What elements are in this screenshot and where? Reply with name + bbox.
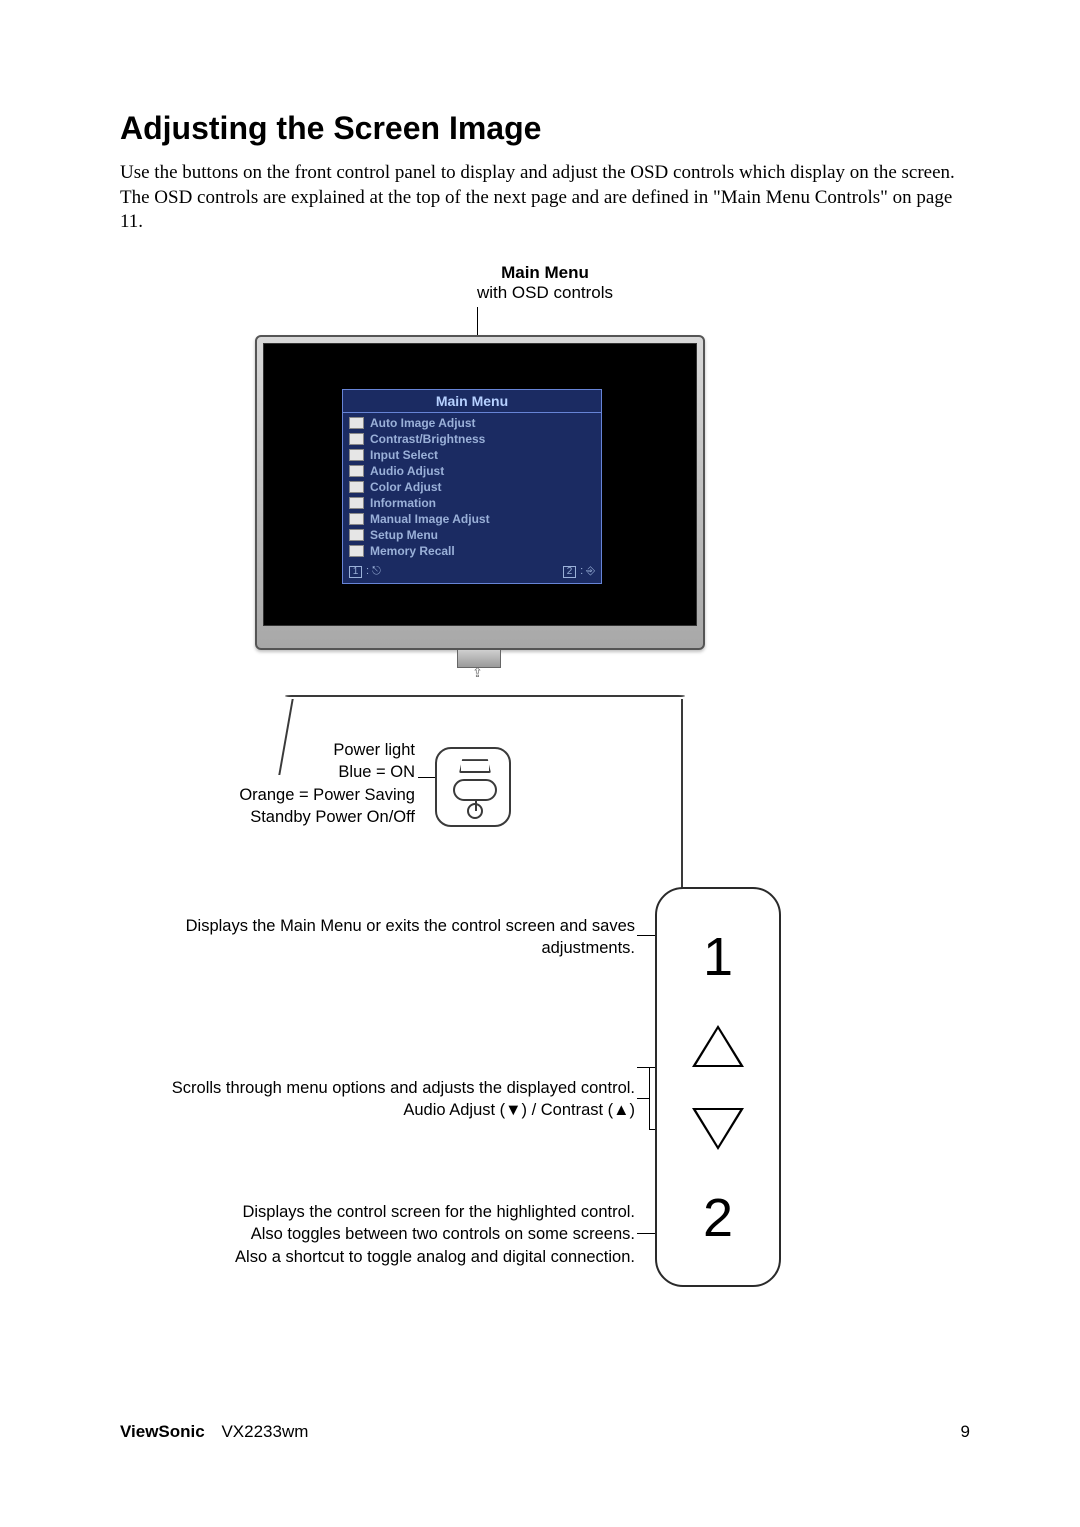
osd-item-label: Input Select — [370, 448, 438, 462]
osd-item: Information — [349, 495, 595, 511]
power-trapezoid-icon — [459, 759, 491, 773]
leader-line — [649, 1129, 655, 1130]
power-icon — [467, 803, 483, 819]
osd-item-label: Setup Menu — [370, 528, 438, 542]
osd-item-label: Auto Image Adjust — [370, 416, 476, 430]
callout-line: Standby Power On/Off — [135, 806, 415, 828]
osd-item-icon — [349, 417, 364, 429]
callout-power: Power light Blue = ON Orange = Power Sav… — [135, 739, 415, 828]
figure: Main Menu Auto Image Adjust Contrast/Bri… — [125, 307, 965, 1337]
osd-panel: Main Menu Auto Image Adjust Contrast/Bri… — [342, 389, 602, 584]
osd-item-label: Information — [370, 496, 436, 510]
osd-item: Setup Menu — [349, 527, 595, 543]
footer-page-number: 9 — [961, 1422, 970, 1442]
osd-item: Memory Recall — [349, 543, 595, 559]
osd-item-icon — [349, 529, 364, 541]
leader-line — [418, 777, 435, 778]
osd-item-icon — [349, 449, 364, 461]
leader-line — [637, 1067, 649, 1068]
button-down — [696, 1110, 740, 1146]
osd-item-label: Color Adjust — [370, 480, 442, 494]
figure-subtitle: with OSD controls — [125, 283, 965, 303]
callout-line: Also a shortcut to toggle analog and dig… — [125, 1246, 635, 1268]
osd-item-icon — [349, 481, 364, 493]
osd-menu: Auto Image Adjust Contrast/Brightness In… — [343, 413, 601, 563]
callout-line: Blue = ON — [135, 761, 415, 783]
leader-line — [637, 935, 655, 936]
callout-scroll: Scrolls through menu options and adjusts… — [125, 1077, 635, 1122]
button-2: 2 — [703, 1191, 733, 1245]
callout-line: Orange = Power Saving — [135, 784, 415, 806]
callout-line: adjustments. — [125, 937, 635, 959]
triangle-down-icon — [696, 1110, 740, 1146]
figure-title: Main Menu — [125, 263, 965, 283]
button-up — [696, 1029, 740, 1065]
power-panel — [435, 747, 511, 827]
page-footer: ViewSonic VX2233wm 9 — [120, 1422, 970, 1442]
footer-model: VX2233wm — [221, 1422, 308, 1441]
osd-enter-icon: : ⎆ — [580, 565, 595, 578]
osd-item-label: Memory Recall — [370, 544, 455, 558]
osd-title: Main Menu — [343, 390, 601, 413]
callout-line: Audio Adjust (▼) / Contrast (▲) — [125, 1099, 635, 1121]
osd-item: Color Adjust — [349, 479, 595, 495]
osd-item: Contrast/Brightness — [349, 431, 595, 447]
callout-line: Displays the control screen for the high… — [125, 1201, 635, 1223]
leader-line — [477, 307, 478, 335]
monitor-base — [285, 695, 685, 697]
callout-button-1: Displays the Main Menu or exits the cont… — [125, 915, 635, 960]
osd-item-icon — [349, 513, 364, 525]
leader-line — [637, 1233, 655, 1234]
osd-item: Audio Adjust — [349, 463, 595, 479]
triangle-up-icon — [696, 1029, 740, 1065]
osd-exit-icon: : ⎋ — [366, 565, 381, 578]
osd-item-icon — [349, 497, 364, 509]
callout-button-2: Displays the control screen for the high… — [125, 1201, 635, 1268]
button-1: 1 — [703, 930, 733, 984]
page-heading: Adjusting the Screen Image — [120, 110, 970, 147]
osd-item-icon — [349, 545, 364, 557]
callout-line: Displays the Main Menu or exits the cont… — [125, 915, 635, 937]
front-control-panel: 1 2 — [655, 887, 781, 1287]
intro-paragraph: Use the buttons on the front control pan… — [120, 161, 970, 235]
monitor-illustration: Main Menu Auto Image Adjust Contrast/Bri… — [255, 335, 705, 650]
osd-key-1: 1 — [349, 566, 362, 578]
osd-key-2: 2 — [563, 566, 576, 578]
leader-line — [637, 1098, 649, 1099]
osd-item-label: Audio Adjust — [370, 464, 444, 478]
leader-line — [649, 1067, 650, 1129]
osd-item: Manual Image Adjust — [349, 511, 595, 527]
osd-item-label: Manual Image Adjust — [370, 512, 490, 526]
osd-item-icon — [349, 465, 364, 477]
callout-line: Also toggles between two controls on som… — [125, 1223, 635, 1245]
osd-item: Input Select — [349, 447, 595, 463]
callout-line: Power light — [135, 739, 415, 761]
power-oval-icon — [453, 779, 497, 801]
leader-line — [649, 1067, 655, 1068]
footer-brand: ViewSonic — [120, 1422, 205, 1441]
stand-mark-icon: ⇪ — [472, 665, 483, 681]
osd-footer: 1 : ⎋ 2 : ⎆ — [343, 563, 601, 583]
osd-item-label: Contrast/Brightness — [370, 432, 485, 446]
osd-item: Auto Image Adjust — [349, 415, 595, 431]
monitor-screen: Main Menu Auto Image Adjust Contrast/Bri… — [263, 343, 697, 626]
osd-item-icon — [349, 433, 364, 445]
callout-line: Scrolls through menu options and adjusts… — [125, 1077, 635, 1099]
